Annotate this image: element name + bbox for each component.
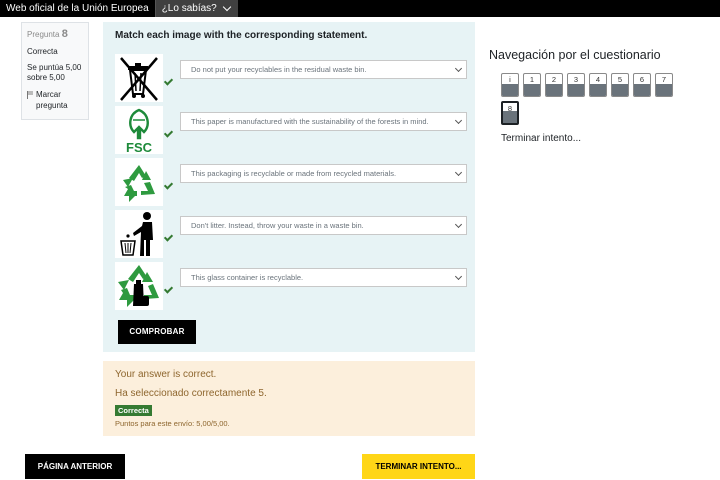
grade-line-2: sobre 5,00 [27, 73, 65, 83]
quiz-nav-status [612, 84, 628, 96]
question-content: Match each image with the corresponding … [103, 22, 475, 352]
did-you-know-dropdown[interactable]: ¿Lo sabías? [155, 0, 238, 17]
match-row: This glass container is recyclable. [115, 262, 467, 310]
answer-select[interactable]: This packaging is recyclable or made fro… [180, 164, 467, 183]
feedback-box: Your answer is correct. Ha seleccionado … [103, 361, 475, 436]
select-arrow-icon [454, 168, 463, 177]
did-you-know-label: ¿Lo sabías? [161, 3, 217, 14]
quiz-nav-button-1[interactable]: 1 [523, 73, 541, 97]
quiz-nav-status [656, 84, 672, 96]
quiz-nav-button-2[interactable]: 2 [545, 73, 563, 97]
check-button[interactable]: COMPROBAR [118, 320, 196, 344]
answer-select-value: Don't litter. Instead, throw your waste … [191, 221, 364, 230]
recycle-icon [115, 158, 163, 206]
previous-page-button[interactable]: PÁGINA ANTERIOR [25, 454, 125, 479]
eu-top-bar: Web oficial de la Unión Europea ¿Lo sabí… [0, 0, 720, 17]
correct-check-icon [163, 284, 174, 294]
correct-check-icon [163, 128, 174, 138]
answer-select-value: This glass container is recyclable. [191, 273, 304, 282]
question-prefix: Pregunta [27, 30, 60, 39]
correct-check-icon [163, 180, 174, 190]
flag-line-2: pregunta [36, 101, 68, 111]
select-arrow-icon [454, 220, 463, 229]
correct-check-icon [163, 232, 174, 242]
grade-line-1: Se puntúa 5,00 [27, 62, 82, 72]
question-info-box: Pregunta 8 Correcta Se puntúa 5,00 sobre … [21, 22, 89, 120]
glass-recycle-icon [115, 262, 163, 310]
select-arrow-icon [454, 116, 463, 125]
finish-attempt-button[interactable]: TERMINAR INTENTO... [362, 454, 475, 479]
answer-select[interactable]: Don't litter. Instead, throw your waste … [180, 216, 467, 235]
correct-badge: Correcta [115, 405, 152, 416]
question-number-value: 8 [61, 28, 68, 40]
answer-select[interactable]: Do not put your recyclables in the resid… [180, 60, 467, 79]
select-arrow-icon [454, 272, 463, 281]
match-row: This packaging is recyclable or made fro… [115, 158, 467, 206]
feedback-correct-text: Your answer is correct. [115, 369, 217, 380]
quiz-nav-status [502, 84, 518, 96]
chevron-down-icon [222, 2, 231, 12]
select-arrow-icon [454, 64, 463, 73]
answer-select[interactable]: This glass container is recyclable. [180, 268, 467, 287]
feedback-selected-text: Ha seleccionado correctamente 5. [115, 388, 267, 399]
match-row: Do not put your recyclables in the resid… [115, 54, 467, 102]
match-row: Don't litter. Instead, throw your waste … [115, 210, 467, 258]
flag-line-1: Marcar [36, 90, 61, 100]
quiz-nav-status [503, 111, 517, 123]
question-text: Match each image with the corresponding … [115, 30, 368, 41]
question-grade: Se puntúa 5,00 sobre 5,00 [27, 63, 83, 85]
quiz-nav-button-5[interactable]: 5 [611, 73, 629, 97]
quiz-nav-button-6[interactable]: 6 [633, 73, 651, 97]
flag-question-link[interactable]: Marcar pregunta [27, 90, 83, 112]
flag-icon [27, 91, 33, 100]
quiz-nav-status [568, 84, 584, 96]
eu-site-link[interactable]: Web oficial de la Unión Europea [0, 0, 155, 17]
question-number: Pregunta 8 [27, 27, 83, 42]
quiz-nav-status [634, 84, 650, 96]
tidy-man-icon [115, 210, 163, 258]
quiz-nav-button-info[interactable]: i [501, 73, 519, 97]
crossed-out-bin-icon [115, 54, 163, 102]
fsc-logo-icon: FSC [115, 106, 163, 155]
quiz-nav-button-4[interactable]: 4 [589, 73, 607, 97]
match-row: FSC This paper is manufactured with the … [115, 106, 467, 155]
answer-select-value: This packaging is recyclable or made fro… [191, 169, 397, 178]
points-text: Puntos para este envío: 5,00/5,00. [115, 419, 230, 428]
quiz-nav-button-7[interactable]: 7 [655, 73, 673, 97]
quiz-nav-button-3[interactable]: 3 [567, 73, 585, 97]
answer-select[interactable]: This paper is manufactured with the sust… [180, 112, 467, 131]
finish-attempt-link[interactable]: Terminar intento... [501, 133, 581, 144]
quiz-nav-status [524, 84, 540, 96]
question-state: Correcta [27, 46, 58, 56]
correct-check-icon [163, 76, 174, 86]
quiz-nav-status [546, 84, 562, 96]
quiz-nav-status [590, 84, 606, 96]
answer-select-value: Do not put your recyclables in the resid… [191, 65, 367, 74]
answer-select-value: This paper is manufactured with the sust… [191, 117, 429, 126]
quiz-navigation-title: Navegación por el cuestionario [489, 48, 661, 62]
quiz-nav-button-8-current[interactable]: 8 [501, 101, 519, 125]
svg-text:FSC: FSC [126, 140, 153, 154]
